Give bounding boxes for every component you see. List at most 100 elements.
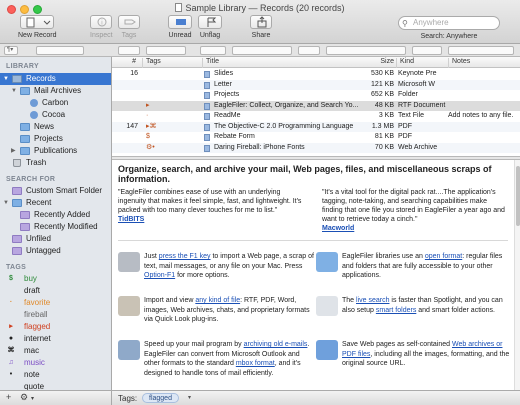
tags-bar-label: Tags: [118, 394, 138, 403]
filter-menu-6[interactable] [232, 46, 292, 55]
disclosure-triangle-icon[interactable]: ▼ [3, 197, 9, 209]
filter-menu-3[interactable] [118, 46, 140, 55]
row-kind-cell: RTF Document [398, 101, 446, 109]
sidebar-tag-item[interactable]: $ buy [0, 273, 111, 285]
tag-symbol-icon: • [9, 371, 13, 378]
sidebar-item-carbon[interactable]: Carbon [0, 97, 111, 109]
feature-link[interactable]: smart folders [376, 307, 416, 314]
feature-link[interactable]: Option-F1 [144, 272, 175, 279]
new-record-button[interactable]: New Record [18, 15, 57, 39]
column-header-kind[interactable]: Kind [396, 58, 448, 68]
scrollbar-thumb[interactable] [516, 166, 520, 226]
column-header-number[interactable]: # [112, 58, 140, 68]
sidebar-item-trash[interactable]: Trash [0, 157, 111, 169]
inspect-button[interactable]: i Inspect [90, 15, 113, 39]
table-row[interactable]: Letter 121 KB Microsoft W [112, 79, 520, 90]
feature-link[interactable]: any kind of file [195, 297, 240, 304]
feature-link[interactable]: open format [425, 253, 462, 260]
unread-button[interactable]: Unread [168, 15, 192, 39]
smart-folder-icon [12, 187, 22, 195]
filter-menu-7[interactable] [298, 46, 320, 55]
table-row[interactable]: ⚙• Daring Fireball: iPhone Fonts 70 KB Web … [112, 142, 520, 153]
quote-left-source-link[interactable]: TidBITS [118, 216, 144, 223]
sidebar-tag-item[interactable]: fireball [0, 309, 111, 321]
table-row[interactable]: Projects 652 KB Folder [112, 90, 520, 100]
add-icon[interactable]: + [6, 392, 11, 402]
table-row[interactable]: 147 ▸⌘ The Objective-C 2.0 Programming Lan… [112, 121, 520, 132]
disclosure-triangle-icon[interactable]: ▼ [3, 73, 9, 85]
disclosure-triangle-icon[interactable]: ▼ [11, 85, 17, 97]
folder-icon [20, 87, 30, 95]
sidebar-item-unfiled[interactable]: Unfiled [0, 233, 111, 245]
quote-right-source-link[interactable]: Macworld [322, 225, 354, 232]
quote-left: "EagleFiler combines ease of use with an… [118, 189, 302, 223]
chevron-down-icon[interactable]: ▾ [188, 394, 191, 401]
filter-menu-1[interactable]: ¶▾ [4, 46, 18, 55]
row-kind-cell: PDF [398, 122, 412, 130]
sidebar-item-custom-smart-folder[interactable]: Custom Smart Folder [0, 185, 111, 197]
sidebar-tag-item[interactable]: ● internet [0, 333, 111, 345]
sidebar-item-publications[interactable]: ▶ Publications [0, 145, 111, 157]
search-input[interactable]: ⚲ Anywhere [398, 16, 500, 30]
table-row[interactable]: · ReadMe 3 KB Text File Add notes to any fil… [112, 111, 520, 121]
sidebar-tag-item[interactable]: quote [0, 381, 111, 390]
sidebar-tag-label: draft [24, 286, 41, 295]
filter-menu-4[interactable] [146, 46, 186, 55]
mailbox-icon [30, 99, 38, 107]
unread-icon [168, 15, 192, 29]
filter-menu-2[interactable] [36, 46, 84, 55]
sidebar-item-news[interactable]: News [0, 121, 111, 133]
feature-text-part: Import and view [144, 297, 196, 304]
sidebar-tag-item[interactable]: · favorite [0, 297, 111, 309]
sidebar-tag-item[interactable]: ♫ music [0, 357, 111, 369]
column-header-notes[interactable]: Notes [448, 58, 520, 68]
sidebar-tag-label: favorite [24, 298, 51, 307]
feature-text-part: and smart folder actions. [416, 306, 495, 314]
gear-icon[interactable]: ⚙ [20, 392, 28, 403]
filter-menu-8[interactable] [326, 46, 406, 55]
feature-icon [118, 340, 140, 360]
filter-menu-10[interactable] [448, 46, 514, 55]
feature-link[interactable]: mbox format [236, 360, 275, 367]
tags-button[interactable]: Tags [118, 15, 140, 39]
tag-token-flagged[interactable]: flagged [142, 393, 179, 403]
share-button[interactable]: Share [250, 15, 272, 39]
row-kind-cell: Web Archive [398, 143, 438, 151]
quote-right: "It's a vital tool for the digital pack … [322, 189, 505, 232]
sidebar-item-recently-added[interactable]: Recently Added [0, 209, 111, 221]
row-title-cell: Rebate Form [214, 133, 255, 140]
sidebar-tag-item[interactable]: • note [0, 369, 111, 381]
sidebar-tag-item[interactable]: draft [0, 285, 111, 297]
row-title-cell: EagleFiler: Collect, Organize, and Searc… [214, 101, 359, 109]
feature-link[interactable]: live search [356, 297, 389, 304]
records-table: # Tags Title Size Kind Notes 16 Slides 530… [112, 57, 520, 156]
sidebar-item-records[interactable]: ▼ Records [0, 73, 111, 85]
sidebar-item-cocoa[interactable]: Cocoa [0, 109, 111, 121]
table-row[interactable]: 16 Slides 530 KB Keynote Pre [112, 69, 520, 79]
filter-menu-9[interactable] [412, 46, 442, 55]
table-row[interactable]: $ Rebate Form 81 KB PDF [112, 132, 520, 142]
file-icon [204, 113, 210, 120]
row-tags-cell: ⚙• [146, 143, 155, 151]
column-header-tags[interactable]: Tags [142, 58, 202, 68]
sidebar-item-untagged[interactable]: Untagged [0, 245, 111, 257]
sidebar-item-recently-modified[interactable]: Recently Modified [0, 221, 111, 233]
sidebar-item-projects[interactable]: Projects [0, 133, 111, 145]
feature-link[interactable]: archiving old e-mails [244, 341, 308, 348]
column-header-size[interactable]: Size [354, 58, 396, 68]
sidebar-tag-item[interactable]: ▸ flagged [0, 321, 111, 333]
row-tags-cell: $ [146, 133, 150, 140]
feature-link[interactable]: press the F1 key [159, 253, 211, 260]
sidebar-tag-item[interactable]: ⌘ mac [0, 345, 111, 357]
unflag-button[interactable]: Unflag [198, 15, 222, 39]
sidebar: LIBRARY ▼ Records ▼ Mail Archives Carbon… [0, 57, 112, 390]
file-icon [204, 81, 210, 89]
sidebar-item-mail-archives[interactable]: ▼ Mail Archives [0, 85, 111, 97]
column-header-title[interactable]: Title [202, 58, 372, 68]
smart-folder-icon [20, 223, 30, 231]
filter-menu-5[interactable] [200, 46, 226, 55]
table-row[interactable]: ▸ EagleFiler: Collect, Organize, and Sear… [112, 100, 520, 111]
disclosure-triangle-icon[interactable]: ▶ [11, 145, 16, 157]
sidebar-item-recent[interactable]: ▼ Recent [0, 197, 111, 209]
preview-scrollbar[interactable] [514, 160, 520, 390]
